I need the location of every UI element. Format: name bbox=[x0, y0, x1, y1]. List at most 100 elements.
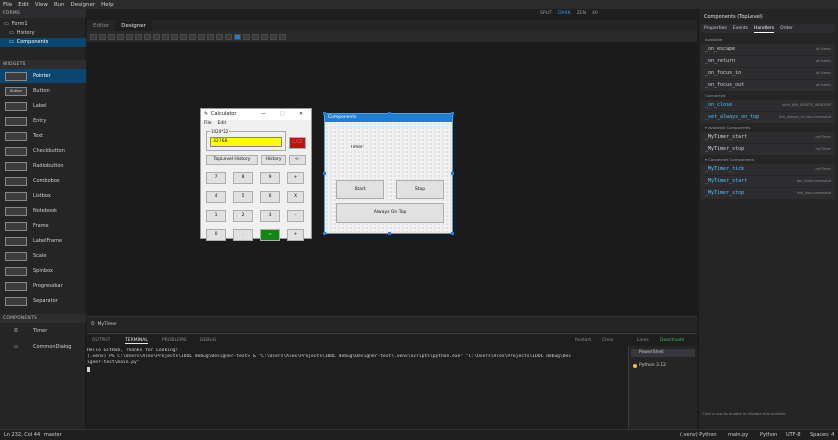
widget-text[interactable]: Text bbox=[0, 129, 86, 143]
components-title[interactable]: Components bbox=[325, 114, 452, 122]
menu-file[interactable]: File bbox=[3, 2, 12, 8]
handler-row[interactable]: _on_return all items bbox=[701, 56, 835, 67]
key-button[interactable]: 0 bbox=[206, 229, 226, 241]
key-button[interactable]: 5 bbox=[233, 191, 253, 203]
calc-menu-edit[interactable]: Edit bbox=[218, 121, 227, 126]
widget-entry[interactable]: Entry bbox=[0, 114, 86, 128]
resize-handle[interactable] bbox=[451, 172, 454, 175]
key-button[interactable]: - bbox=[287, 210, 304, 222]
calculator-titlebar[interactable]: ✎ Calculator — □ ✕ bbox=[201, 109, 311, 120]
session-python[interactable]: Python 3.12 bbox=[631, 362, 695, 370]
widget-checkbutton[interactable]: Checkbutton bbox=[0, 144, 86, 158]
tab-terminal[interactable]: TERMINAL bbox=[125, 338, 148, 344]
maximize-icon[interactable]: □ bbox=[280, 109, 285, 120]
handler-row[interactable]: _set_always_on_top btn_always_on_top.comm… bbox=[701, 112, 835, 123]
calc-menu-file[interactable]: File bbox=[204, 121, 212, 126]
deactivate-button[interactable]: Deactivate bbox=[660, 338, 684, 343]
history-button[interactable]: History bbox=[261, 155, 286, 165]
key-button[interactable]: . bbox=[233, 229, 253, 241]
backspace-button[interactable]: <- bbox=[289, 155, 306, 165]
indentation[interactable]: Spaces: 4 bbox=[810, 430, 834, 440]
tab-output[interactable]: OUTPUT bbox=[92, 338, 110, 343]
widget-button[interactable]: Button Button bbox=[0, 84, 86, 98]
components-form[interactable]: Components Timer: Start Stop Always On T… bbox=[323, 112, 454, 235]
cursor-position[interactable]: Ln 232, Col 44 bbox=[4, 430, 40, 440]
encoding[interactable]: UTF-8 bbox=[786, 430, 801, 440]
widget-timer[interactable]: ⏱ Timer bbox=[0, 324, 86, 338]
toolbar-button[interactable] bbox=[162, 34, 169, 40]
widget-spinbox[interactable]: Spinbox bbox=[0, 264, 86, 278]
clear-terminal-button[interactable]: Clear bbox=[602, 338, 614, 343]
handler-row[interactable]: _MyTimer_tick myTimer bbox=[701, 164, 835, 175]
menu-help[interactable]: Help bbox=[101, 2, 114, 8]
handler-row[interactable]: _on_escape all items bbox=[701, 44, 835, 55]
key-button[interactable]: 7 bbox=[206, 172, 226, 184]
toolbar-button[interactable] bbox=[126, 34, 133, 40]
key-button[interactable]: = bbox=[260, 229, 280, 241]
resize-handle[interactable] bbox=[388, 232, 391, 235]
key-button[interactable]: 6 bbox=[260, 191, 280, 203]
stop-button[interactable]: Stop bbox=[396, 180, 444, 199]
toolbar-button[interactable] bbox=[243, 34, 250, 40]
lines-button[interactable]: Lines bbox=[637, 338, 649, 343]
widget-separator[interactable]: Separator bbox=[0, 294, 86, 308]
key-button[interactable]: + bbox=[287, 229, 304, 241]
toolbar-button[interactable] bbox=[144, 34, 151, 40]
resize-handle[interactable] bbox=[451, 112, 454, 115]
widget-scale[interactable]: Scale bbox=[0, 249, 86, 263]
clear-button[interactable]: C/CE bbox=[289, 137, 306, 149]
split-toggle[interactable]: SPLIT bbox=[540, 11, 552, 19]
tree-item-components[interactable]: ▭ Components bbox=[0, 38, 86, 47]
toolbar-button[interactable] bbox=[225, 34, 232, 40]
widget-notebook[interactable]: Notebook bbox=[0, 204, 86, 218]
key-button[interactable]: 9 bbox=[260, 172, 280, 184]
toolbar-button[interactable] bbox=[198, 34, 205, 40]
toolbar-button[interactable] bbox=[108, 34, 115, 40]
toolbar-button[interactable] bbox=[180, 34, 187, 40]
toolbar-button[interactable] bbox=[99, 34, 106, 40]
resize-handle[interactable] bbox=[451, 232, 454, 235]
toolbar-button[interactable] bbox=[117, 34, 124, 40]
menu-designer[interactable]: Designer bbox=[70, 2, 95, 8]
handler-row[interactable]: _MyTimer_stop btn_stop.command bbox=[701, 188, 835, 199]
handler-row[interactable]: _on_close bind_WM_DELETE_WINDOW bbox=[701, 100, 835, 111]
widget-frame[interactable]: Frame bbox=[0, 219, 86, 233]
toolbar-button[interactable] bbox=[234, 34, 241, 40]
always-on-top-button[interactable]: Always On Top bbox=[336, 203, 444, 223]
git-branch[interactable]: master bbox=[44, 430, 62, 440]
key-button[interactable]: X bbox=[287, 191, 304, 203]
toolbar-button[interactable] bbox=[189, 34, 196, 40]
toolbar-button[interactable] bbox=[207, 34, 214, 40]
toolbar-button[interactable] bbox=[135, 34, 142, 40]
tab-designer[interactable]: Designer bbox=[115, 21, 152, 31]
key-button[interactable]: + bbox=[287, 172, 304, 184]
widget-progressbar[interactable]: Progressbar bbox=[0, 279, 86, 293]
widget-listbox[interactable]: Listbox bbox=[0, 189, 86, 203]
key-button[interactable]: 4 bbox=[206, 191, 226, 203]
minimize-icon[interactable]: — bbox=[261, 109, 266, 120]
close-icon[interactable]: ✕ bbox=[299, 109, 303, 120]
toolbar-button[interactable] bbox=[171, 34, 178, 40]
widget-combobox[interactable]: Combobox bbox=[0, 174, 86, 188]
menu-view[interactable]: View bbox=[35, 2, 48, 8]
key-button[interactable]: 8 bbox=[233, 172, 253, 184]
resize-handle[interactable] bbox=[323, 112, 326, 115]
restart-button[interactable]: Restart bbox=[575, 338, 591, 343]
key-button[interactable]: 2 bbox=[233, 210, 253, 222]
key-button[interactable]: 3 bbox=[260, 210, 280, 222]
menu-run[interactable]: Run bbox=[54, 2, 65, 8]
tree-item-history[interactable]: ▭ History bbox=[0, 29, 86, 38]
toolbar-button[interactable] bbox=[261, 34, 268, 40]
toolbar-button[interactable] bbox=[270, 34, 277, 40]
widget-labelframe[interactable]: LabelFrame bbox=[0, 234, 86, 248]
toolbar-button[interactable] bbox=[279, 34, 286, 40]
resize-handle[interactable] bbox=[388, 112, 391, 115]
tab-editor[interactable]: Editor bbox=[87, 21, 115, 31]
mytimer-component[interactable]: ⏱ MyTimer bbox=[91, 320, 117, 330]
widget-commondialog[interactable]: ▭ CommonDialog bbox=[0, 340, 86, 354]
resize-handle[interactable] bbox=[323, 232, 326, 235]
widget-label[interactable]: Label bbox=[0, 99, 86, 113]
interpreter[interactable]: (.venv) Python bbox=[680, 430, 717, 440]
toolbar-button[interactable] bbox=[90, 34, 97, 40]
toolbar-button[interactable] bbox=[153, 34, 160, 40]
